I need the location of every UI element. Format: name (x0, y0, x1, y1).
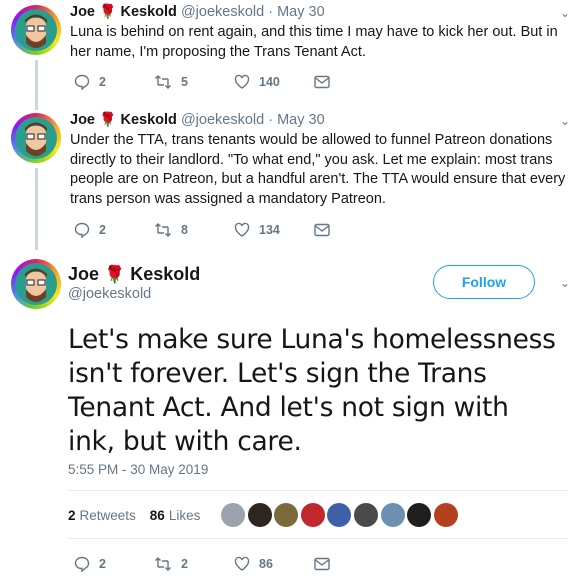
liker-avatar[interactable] (433, 503, 458, 527)
reply-icon (74, 556, 90, 572)
tweet-actions: 2 5 140 (74, 74, 394, 90)
like-count: 86 (259, 557, 273, 571)
main-tweet-actions: 2 2 86 (74, 556, 394, 572)
tweet-actions: 2 8 134 (74, 222, 394, 238)
handle[interactable]: @joekeskold (181, 4, 264, 20)
heart-icon (234, 222, 250, 237)
main-display-name: Joe 🌹 Keskold (68, 263, 200, 286)
handle[interactable]: @joekeskold (181, 112, 264, 128)
divider (68, 538, 568, 539)
reply-icon (74, 74, 90, 90)
follow-button[interactable]: Follow (433, 265, 535, 299)
tweet-text: Luna is behind on rent again, and this t… (70, 24, 558, 60)
retweet-count: 8 (181, 223, 188, 237)
retweet-count: 5 (181, 75, 188, 89)
liker-avatar[interactable] (380, 503, 405, 527)
chevron-down-icon[interactable]: ⌄ (560, 276, 570, 290)
tweet-date[interactable]: May 30 (277, 112, 325, 128)
tweet-1[interactable]: Joe 🌹 Keskold @joekeskold · May 30 Luna … (70, 2, 568, 62)
like-count: 134 (259, 223, 280, 237)
reply-button[interactable]: 2 (74, 222, 154, 238)
retweet-button[interactable]: 2 (154, 556, 234, 572)
display-name-2[interactable]: Keskold (121, 112, 177, 128)
main-avatar[interactable] (11, 259, 61, 309)
reply-icon (74, 222, 90, 238)
main-author[interactable]: Joe 🌹 Keskold @joekeskold (68, 263, 200, 302)
dm-button[interactable] (314, 223, 394, 237)
like-button[interactable]: 134 (234, 222, 314, 238)
reply-count: 2 (99, 557, 106, 571)
envelope-icon (314, 75, 330, 89)
separator-dot: · (268, 4, 274, 20)
display-name-2: Keskold (130, 264, 201, 284)
main-timestamp[interactable]: 5:55 PM - 30 May 2019 (68, 462, 208, 477)
liker-avatar[interactable] (353, 503, 378, 527)
tweet-header: Joe 🌹 Keskold @joekeskold · May 30 (70, 2, 568, 21)
retweet-button[interactable]: 5 (154, 74, 234, 90)
liker-avatar[interactable] (407, 503, 432, 527)
likes-stat-label: Likes (168, 508, 201, 523)
main-tweet-text: Let's make sure Luna's homelessness isn'… (68, 324, 556, 457)
reply-count: 2 (99, 223, 106, 237)
separator-dot: · (268, 112, 274, 128)
avatar[interactable] (11, 113, 61, 163)
retweet-icon (155, 223, 171, 237)
tweet-2[interactable]: Joe 🌹 Keskold @joekeskold · May 30 Under… (70, 110, 568, 209)
dm-button[interactable] (314, 557, 394, 571)
avatar[interactable] (11, 5, 61, 55)
thread-line (35, 60, 38, 110)
chevron-down-icon[interactable]: ⌄ (560, 6, 570, 20)
like-button[interactable]: 140 (234, 74, 314, 90)
rose-icon: 🌹 (104, 265, 126, 284)
main-handle: @joekeskold (68, 286, 152, 302)
engagement-stats: 2 Retweets 86 Likes (68, 508, 200, 523)
liker-avatar[interactable] (274, 503, 299, 527)
envelope-icon (314, 223, 330, 237)
reply-button[interactable]: 2 (74, 556, 154, 572)
liker-avatars (221, 503, 460, 527)
dm-button[interactable] (314, 75, 394, 89)
display-name[interactable]: Joe (70, 4, 95, 20)
tweet-header: Joe 🌹 Keskold @joekeskold · May 30 (70, 110, 568, 129)
rose-icon: 🌹 (99, 3, 117, 19)
divider (68, 490, 568, 491)
heart-icon (234, 74, 250, 89)
retweets-stat-label: Retweets (79, 508, 136, 523)
heart-icon (234, 556, 250, 571)
reply-button[interactable]: 2 (74, 74, 154, 90)
thread-line (35, 168, 38, 250)
retweet-button[interactable]: 8 (154, 222, 234, 238)
display-name[interactable]: Joe (70, 112, 95, 128)
retweet-count: 2 (181, 557, 188, 571)
liker-avatar[interactable] (300, 503, 325, 527)
reply-count: 2 (99, 75, 106, 89)
envelope-icon (314, 557, 330, 571)
rose-icon: 🌹 (99, 111, 117, 127)
tweet-date[interactable]: May 30 (277, 4, 325, 20)
like-button[interactable]: 86 (234, 556, 314, 572)
display-name: Joe (68, 264, 100, 284)
tweet-text: Under the TTA, trans tenants would be al… (70, 132, 566, 207)
retweets-stat-count: 2 (68, 508, 76, 523)
like-count: 140 (259, 75, 280, 89)
likes-stat-count: 86 (149, 508, 165, 523)
retweets-stat[interactable]: 2 Retweets (68, 508, 136, 523)
liker-avatar[interactable] (327, 503, 352, 527)
retweet-icon (155, 557, 171, 571)
liker-avatar[interactable] (247, 503, 272, 527)
liker-avatar[interactable] (221, 503, 245, 527)
display-name-2[interactable]: Keskold (121, 4, 177, 20)
chevron-down-icon[interactable]: ⌄ (560, 114, 570, 128)
likes-stat[interactable]: 86 Likes (150, 508, 201, 523)
retweet-icon (155, 75, 171, 89)
